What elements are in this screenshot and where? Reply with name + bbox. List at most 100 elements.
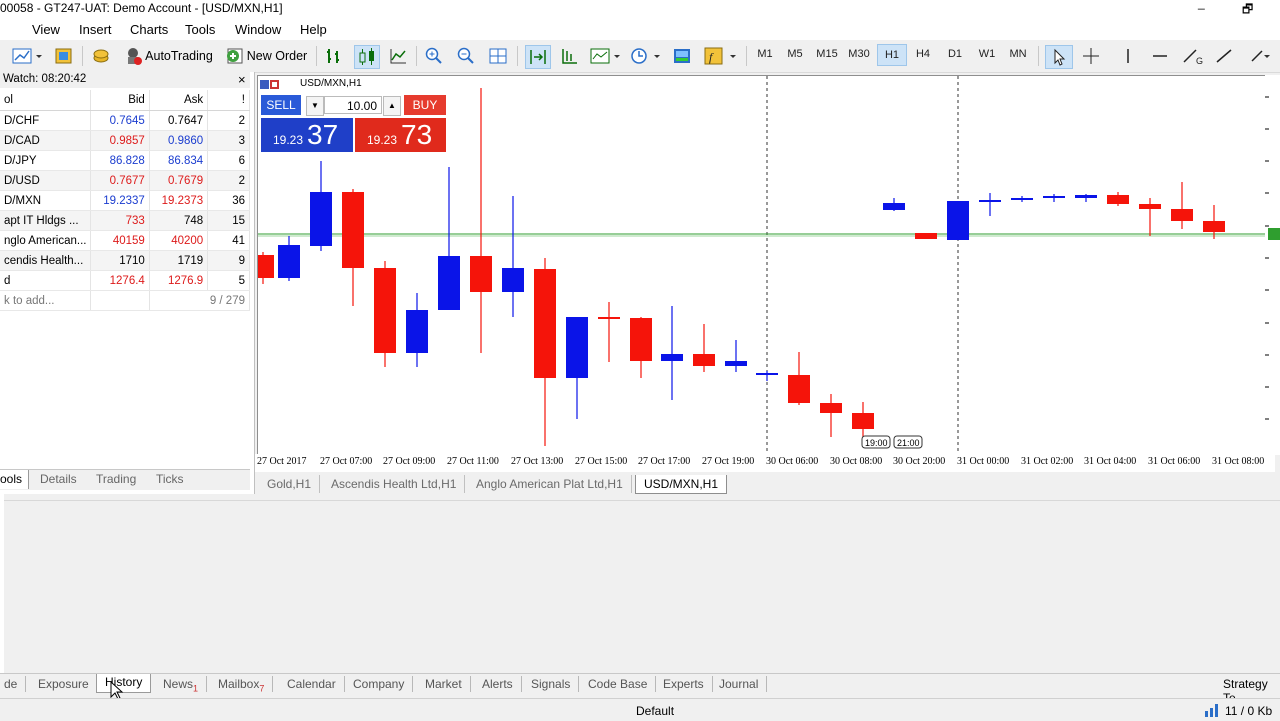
channel-button[interactable]: [1212, 45, 1236, 67]
terminal-tab-company[interactable]: Company: [345, 676, 414, 692]
trendline-button[interactable]: G: [1180, 45, 1206, 67]
timeframe-m30[interactable]: M30: [845, 48, 873, 60]
terminal-tab-journal[interactable]: Journal: [711, 676, 768, 692]
symbol-row[interactable]: D/CHF 0.7645 0.7647 2: [0, 110, 250, 131]
timeframe-m5[interactable]: M5: [781, 48, 809, 60]
new-chart-button[interactable]: [10, 45, 44, 67]
line-chart-button[interactable]: [386, 45, 410, 67]
chart-tab-usdmxn[interactable]: USD/MXN,H1: [635, 475, 728, 494]
volume-down-button[interactable]: ▼: [306, 96, 324, 116]
autoscroll-button[interactable]: [525, 45, 551, 69]
symbol-row[interactable]: D/MXN 19.2337 19.2373 36: [0, 190, 250, 211]
vertical-line-button[interactable]: [1116, 45, 1140, 67]
symbol-row[interactable]: nglo American... 40159 40200 41: [0, 230, 250, 251]
volume-input[interactable]: 10.00: [324, 96, 382, 114]
timeframe-h4[interactable]: H4: [909, 48, 937, 60]
templates-button[interactable]: [670, 45, 694, 67]
candle-body: [470, 256, 492, 292]
news-badge: 1: [193, 683, 199, 694]
zoom-out-button[interactable]: [455, 45, 477, 67]
time-label: 30 Oct 20:00: [893, 456, 946, 467]
bid-cell: 733: [90, 210, 150, 231]
symbol-row[interactable]: D/CAD 0.9857 0.9860 3: [0, 130, 250, 151]
time-label: 31 Oct 06:00: [1148, 456, 1201, 467]
menu-help[interactable]: Help: [300, 22, 327, 37]
symbol-cell: D/MXN: [0, 190, 92, 211]
timeframe-m15[interactable]: M15: [813, 48, 841, 60]
candlestick-icon: [359, 48, 374, 65]
column-spread[interactable]: !: [207, 90, 250, 111]
minimize-button[interactable]: _: [1198, 0, 1205, 10]
tile-windows-button[interactable]: [487, 45, 509, 67]
symbol-row[interactable]: d 1276.4 1276.9 5: [0, 270, 250, 291]
menu-view[interactable]: View: [32, 22, 60, 37]
timeframe-m1[interactable]: M1: [751, 48, 779, 60]
volume-up-button[interactable]: ▲: [383, 96, 401, 116]
sell-price-prefix: 19.23: [273, 133, 304, 147]
symbol-cell: nglo American...: [0, 230, 92, 251]
tab-details[interactable]: Details: [40, 472, 77, 486]
add-symbol-row[interactable]: k to add... 9 / 279: [0, 290, 251, 311]
terminal-tab-calendar[interactable]: Calendar: [279, 676, 345, 692]
column-ask[interactable]: Ask: [149, 90, 209, 111]
profiles-button[interactable]: [52, 45, 76, 67]
timeframe-mn[interactable]: MN: [1004, 48, 1032, 60]
market-watch-button[interactable]: [90, 45, 112, 67]
symbol-row[interactable]: cendis Health... 1710 1719 9: [0, 250, 250, 271]
buy-price-button[interactable]: 19.23 73: [355, 118, 446, 152]
indicators-button[interactable]: [588, 45, 624, 67]
terminal-tab-signals[interactable]: Signals: [523, 676, 580, 692]
horizontal-line-button[interactable]: [1148, 45, 1172, 67]
terminal-tab-market[interactable]: Market: [417, 676, 471, 692]
tab-symbols[interactable]: ools: [0, 470, 30, 489]
candle-body: [310, 192, 332, 246]
column-bid[interactable]: Bid: [90, 90, 150, 111]
chart-shift-button[interactable]: [557, 45, 581, 67]
terminal-tab-codebase[interactable]: Code Base: [580, 676, 657, 692]
symbol-row[interactable]: apt IT Hldgs ... 733 748 15: [0, 210, 250, 231]
symbol-cell: D/USD: [0, 170, 92, 191]
terminal-tab-exposure[interactable]: Exposure: [30, 676, 98, 692]
bid-cell: 86.828: [90, 150, 150, 171]
timeframe-w1[interactable]: W1: [973, 48, 1001, 60]
channel-icon: [1216, 49, 1232, 63]
sell-button[interactable]: SELL: [261, 95, 301, 115]
bar-chart-button[interactable]: [322, 45, 346, 67]
menu-charts[interactable]: Charts: [130, 22, 168, 37]
zoom-in-button[interactable]: [423, 45, 445, 67]
chart-tab-anglo[interactable]: Anglo American Plat Ltd,H1: [468, 475, 632, 493]
autotrading-button[interactable]: AutoTrading: [121, 45, 215, 67]
more-tools-button[interactable]: [1248, 45, 1278, 67]
menu-insert[interactable]: Insert: [79, 22, 112, 37]
terminal-tab-mailbox[interactable]: Mailbox7: [210, 676, 274, 693]
periods-button[interactable]: [628, 45, 664, 67]
terminal-tab-experts[interactable]: Experts: [655, 676, 713, 692]
terminal-tab-alerts[interactable]: Alerts: [474, 676, 522, 692]
menu-window[interactable]: Window: [235, 22, 281, 37]
timeframe-d1[interactable]: D1: [941, 48, 969, 60]
function-button[interactable]: f: [702, 45, 740, 67]
terminal-tab-news[interactable]: News1: [155, 676, 208, 694]
market-watch-panel: Watch: 08:20:42 × ol Bid Ask ! D/CHF 0.76…: [0, 72, 255, 494]
sell-price-button[interactable]: 19.23 37: [261, 118, 353, 152]
tab-trading[interactable]: Trading: [96, 472, 136, 486]
chart-tab-ascendis[interactable]: Ascendis Health Ltd,H1: [323, 475, 466, 493]
chart-tab-gold[interactable]: Gold,H1: [259, 475, 321, 493]
column-symbol[interactable]: ol: [0, 90, 92, 111]
menu-tools[interactable]: Tools: [185, 22, 215, 37]
autoscroll-icon: [530, 50, 546, 64]
terminal-tab-label: Company: [353, 677, 405, 691]
timeframe-h1[interactable]: H1: [877, 44, 907, 66]
symbol-row[interactable]: D/JPY 86.828 86.834 6: [0, 150, 250, 171]
symbol-row[interactable]: D/USD 0.7677 0.7679 2: [0, 170, 250, 191]
new-order-button[interactable]: New Order: [224, 45, 308, 67]
candlestick-button[interactable]: [354, 45, 380, 69]
buy-button[interactable]: BUY: [404, 95, 446, 115]
tab-ticks[interactable]: Ticks: [156, 472, 184, 486]
market-watch-close-icon[interactable]: ×: [238, 72, 246, 87]
cursor-button[interactable]: [1045, 45, 1073, 69]
templates-icon: [674, 49, 690, 63]
time-label: 27 Oct 2017: [257, 456, 307, 467]
crosshair-button[interactable]: [1078, 45, 1104, 67]
terminal-tab-trade[interactable]: de: [0, 676, 27, 692]
